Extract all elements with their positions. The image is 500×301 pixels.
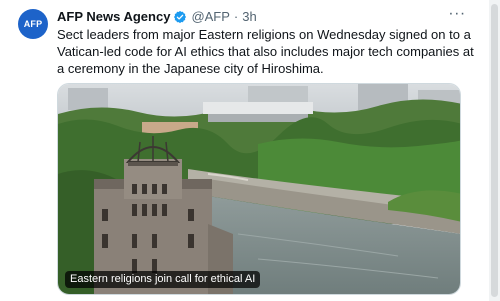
tweet-text: Sect leaders from major Eastern religion… bbox=[57, 27, 474, 76]
verified-badge-icon bbox=[174, 10, 187, 24]
media-caption: Eastern religions join call for ethical … bbox=[65, 271, 261, 288]
author-handle[interactable]: @AFP bbox=[191, 9, 229, 25]
header-separator: · bbox=[233, 9, 239, 24]
tweet-card[interactable]: AFP AFP News Agency @AFP · 3h ··· Sect l… bbox=[0, 0, 500, 301]
hiroshima-dome-photo bbox=[58, 84, 460, 294]
tweet-timestamp[interactable]: 3h bbox=[242, 9, 256, 25]
tweet-media[interactable]: Eastern religions join call for ethical … bbox=[57, 83, 461, 295]
more-options-icon[interactable]: ··· bbox=[447, 6, 467, 23]
tweet-header: AFP News Agency @AFP · 3h bbox=[57, 9, 257, 25]
scrollbar-track[interactable] bbox=[489, 0, 500, 301]
scrollbar-thumb[interactable] bbox=[491, 4, 498, 297]
avatar-logo-text: AFP bbox=[23, 19, 43, 29]
author-avatar[interactable]: AFP bbox=[18, 9, 48, 39]
author-name[interactable]: AFP News Agency bbox=[57, 9, 170, 25]
